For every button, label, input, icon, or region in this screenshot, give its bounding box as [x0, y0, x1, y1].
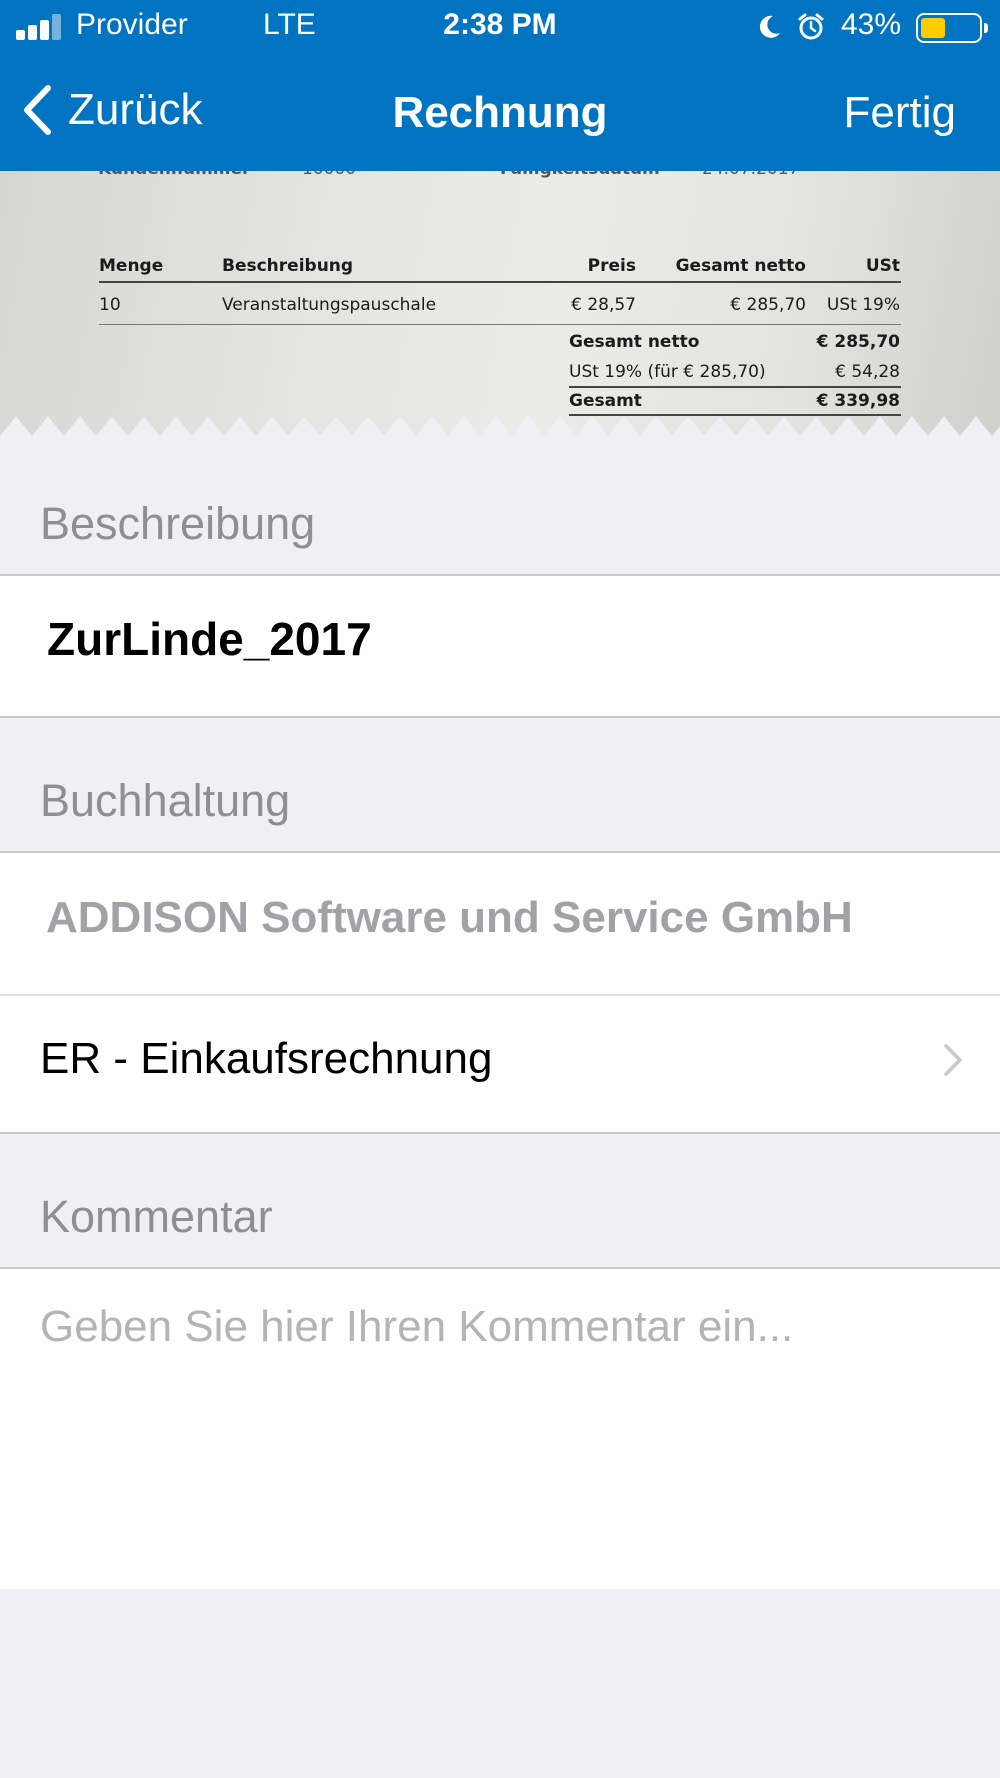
- invoice-rule: [99, 324, 901, 325]
- battery-level-fill: [921, 18, 945, 38]
- accounting-section-header: Buchhaltung: [40, 775, 291, 826]
- description-field[interactable]: ZurLinde_2017: [47, 612, 372, 666]
- invoice-row-price: € 28,57: [571, 295, 636, 315]
- torn-edge-decoration: [0, 416, 1000, 436]
- document-type-row[interactable]: ER - Einkaufsrechnung: [0, 996, 1000, 1134]
- status-bar: Provider LTE 2:38 PM 43%: [0, 0, 1000, 56]
- invoice-row-vat: USt 19%: [826, 295, 900, 315]
- invoice-header-vat: USt: [865, 256, 900, 276]
- invoice-vat-label: USt 19% (für € 285,70): [569, 362, 766, 382]
- invoice-cut-text: Kundennummer: [98, 171, 250, 179]
- accounting-group: ADDISON Software und Service GmbH ER - E…: [0, 851, 1000, 1134]
- invoice-header-net: Gesamt netto: [675, 256, 806, 276]
- invoice-gross-value: € 339,98: [816, 391, 900, 411]
- invoice-gross-label: Gesamt: [569, 391, 642, 411]
- description-section-header: Beschreibung: [40, 498, 316, 549]
- company-field: ADDISON Software und Service GmbH: [46, 893, 853, 942]
- invoice-vat-value: € 54,28: [835, 362, 900, 382]
- done-button[interactable]: Fertig: [844, 88, 956, 138]
- navigation-bar: Zurück Rechnung Fertig: [0, 56, 1000, 171]
- invoice-cut-text: 10000: [302, 171, 356, 179]
- comment-cell[interactable]: [0, 1267, 1000, 1589]
- moon-icon: [759, 15, 780, 38]
- comment-input[interactable]: [40, 1297, 960, 1357]
- comment-section-header: Kommentar: [40, 1191, 273, 1242]
- invoice-row-qty: 10: [99, 295, 121, 315]
- document-type-label: ER - Einkaufsrechnung: [40, 1034, 493, 1083]
- invoice-cut-text: Fälligkeitsdatum: [500, 171, 660, 179]
- chevron-right-icon: [944, 1044, 962, 1076]
- invoice-header-price: Preis: [587, 256, 636, 276]
- invoice-net-value: € 285,70: [816, 332, 900, 352]
- invoice-row-net: € 285,70: [730, 295, 806, 315]
- top-bar: Provider LTE 2:38 PM 43% Zurück Rechnung…: [0, 0, 1000, 171]
- invoice-header-qty: Menge: [99, 256, 164, 276]
- invoice-cut-text: 24.07.2017: [702, 171, 799, 179]
- invoice-rule: [99, 281, 901, 283]
- battery-percent: 43%: [841, 8, 902, 41]
- invoice-header-description: Beschreibung: [222, 256, 354, 276]
- invoice-row-description: Veranstaltungspauschale: [222, 295, 437, 315]
- alarm-icon: [798, 13, 824, 40]
- description-cell[interactable]: ZurLinde_2017: [0, 574, 1000, 718]
- invoice-rule: [569, 386, 901, 388]
- battery-icon: [916, 13, 988, 43]
- invoice-image-preview[interactable]: Kundennummer 10000 Fälligkeitsdatum 24.0…: [0, 171, 1000, 436]
- invoice-net-label: Gesamt netto: [569, 332, 700, 352]
